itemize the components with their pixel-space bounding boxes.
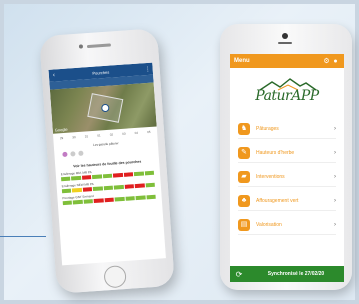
day-label[interactable]: 29 [56, 136, 66, 141]
menu-item-label: Hauteurs d'herbe [256, 150, 295, 156]
menu-item-label: Interventions [256, 174, 285, 180]
home-button[interactable] [103, 264, 127, 289]
settings-gear-icon[interactable]: ⚙ [322, 57, 331, 65]
height-cell [82, 187, 93, 192]
app-top-bar: Menu ⚙ ● [230, 54, 344, 68]
menu-item[interactable]: ♞ Pâturages › [238, 120, 336, 139]
height-cell [134, 183, 145, 189]
height-cell [83, 199, 94, 204]
height-cell [61, 176, 71, 182]
day-label[interactable]: 04 [131, 131, 141, 136]
chart-icon: ▤ [238, 219, 250, 231]
front-camera [282, 33, 288, 39]
day-label[interactable]: 31 [81, 134, 91, 139]
height-cell [133, 171, 144, 177]
height-cell [61, 188, 72, 194]
height-cell [81, 175, 92, 180]
height-cell [144, 170, 155, 176]
height-cell [93, 186, 103, 192]
height-cell [124, 184, 135, 189]
tractor-icon: ▰ [238, 171, 250, 183]
menu-title[interactable]: Menu [234, 58, 322, 64]
height-cell [62, 200, 73, 206]
height-cell [113, 184, 124, 190]
cow-icon: ♞ [238, 123, 250, 135]
chevron-right-icon: › [334, 222, 336, 228]
menu-item-label: Affouragement vert [256, 198, 299, 204]
menu-item[interactable]: ✎ Hauteurs d'herbe › [238, 144, 336, 163]
back-arrow-icon[interactable]: ‹ [49, 72, 59, 79]
status-dot [62, 151, 68, 158]
height-cell [71, 175, 82, 181]
day-label[interactable]: 01 [94, 133, 104, 138]
height-cell [135, 195, 146, 201]
android-screen: Menu ⚙ ● PaturAPP ♞ Pâturages › ✎ Hauteurs d… [230, 54, 344, 282]
height-bars: Ensilerage MM. MR PA Ensilerage NEW MR PA… [56, 165, 162, 206]
brand-name: PaturAPP [255, 88, 319, 104]
day-label[interactable]: 30 [69, 135, 79, 140]
height-cell [72, 187, 82, 193]
main-menu-list: ♞ Pâturages › ✎ Hauteurs d'herbe › ▰ Interventi… [230, 120, 344, 235]
user-icon[interactable]: ● [331, 58, 340, 65]
app-logo: PaturAPP [230, 68, 344, 120]
decorative-line [0, 236, 46, 237]
front-camera [78, 44, 84, 49]
height-cell [92, 174, 102, 180]
menu-item[interactable]: ♣ Affouragement vert › [238, 192, 336, 211]
height-cell [102, 173, 113, 179]
earpiece-speaker [278, 42, 292, 44]
iphone-device: ‹ Pourches ⋮ Google 29 30 31 01 02 03 04… [39, 28, 175, 294]
day-label[interactable]: 05 [144, 130, 154, 135]
chevron-right-icon: › [334, 126, 336, 132]
sync-status: Synchronisé le 27/02/20 [267, 271, 325, 277]
sync-icon[interactable]: ⟳ [230, 270, 248, 279]
menu-item[interactable]: ▰ Interventions › [238, 168, 336, 187]
iphone-screen: ‹ Pourches ⋮ Google 29 30 31 01 02 03 04… [48, 62, 166, 266]
day-label[interactable]: 02 [106, 132, 116, 137]
chevron-right-icon: › [334, 198, 336, 204]
status-dot [78, 150, 84, 156]
height-cell [103, 185, 114, 191]
earpiece-speaker [86, 43, 112, 49]
height-cell [125, 196, 135, 201]
height-cell [93, 198, 104, 203]
height-cell [113, 172, 123, 178]
menu-item-label: Pâturages [256, 126, 279, 132]
more-icon[interactable]: ⋮ [142, 65, 152, 73]
height-cell [104, 197, 115, 203]
menu-item-label: Valorisation [256, 222, 282, 228]
android-device: Menu ⚙ ● PaturAPP ♞ Pâturages › ✎ Hauteurs d… [220, 24, 352, 290]
ruler-icon: ✎ [238, 147, 250, 159]
status-dot [70, 151, 76, 157]
map-attribution: Google [54, 126, 68, 133]
height-cell [114, 196, 125, 202]
chevron-right-icon: › [334, 174, 336, 180]
menu-item[interactable]: ▤ Valorisation › [238, 216, 336, 235]
grass-icon: ♣ [238, 195, 250, 207]
chevron-right-icon: › [334, 150, 336, 156]
satellite-map[interactable]: Google [49, 82, 157, 134]
height-cell [73, 199, 83, 205]
sync-bar[interactable]: ⟳ Synchronisé le 27/02/20 [230, 266, 344, 282]
height-cell [145, 194, 156, 200]
height-cell [123, 172, 134, 177]
height-cell [145, 182, 155, 188]
day-label[interactable]: 03 [119, 131, 129, 136]
